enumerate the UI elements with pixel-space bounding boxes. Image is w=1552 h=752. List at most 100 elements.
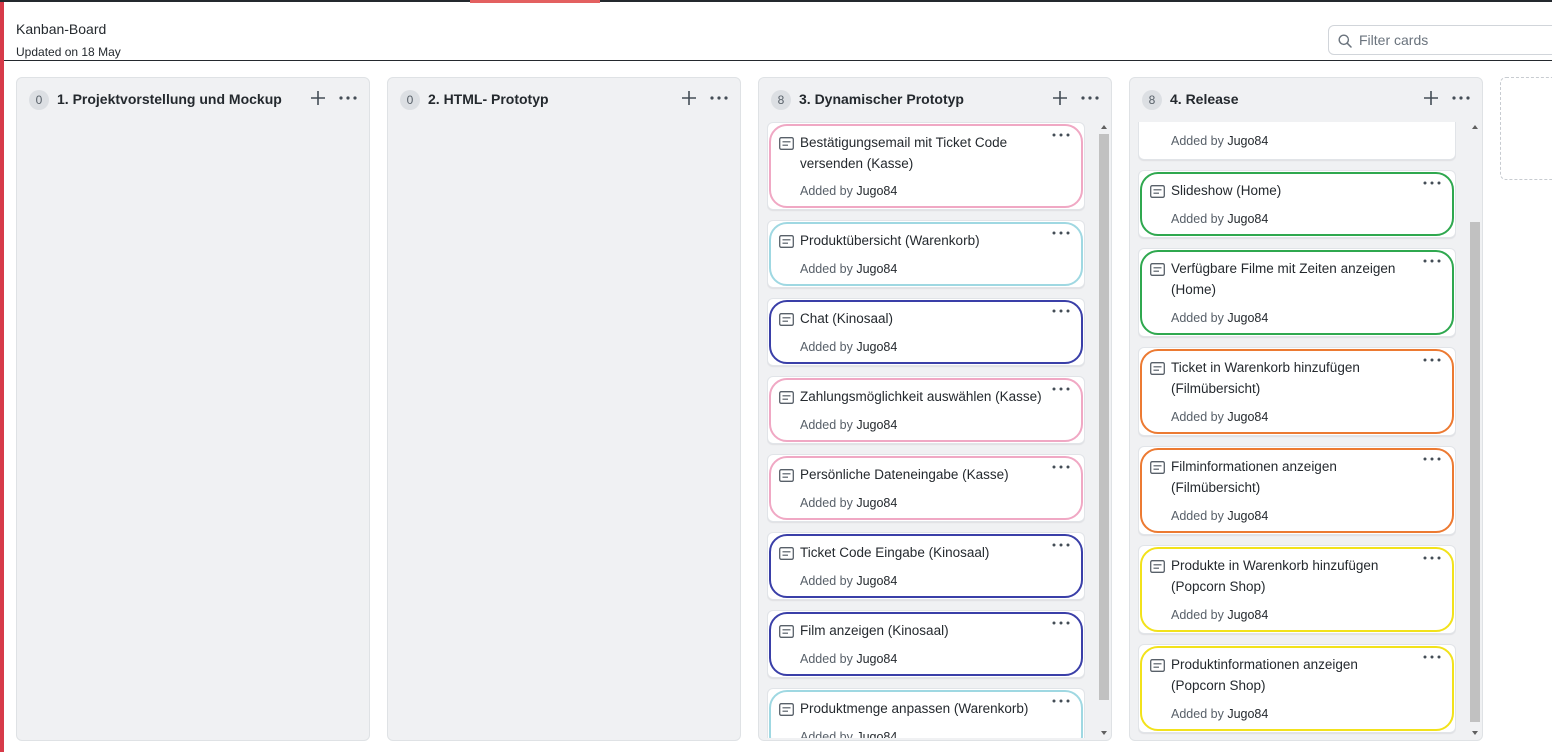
- card-menu-icon[interactable]: [1050, 539, 1072, 555]
- card-title[interactable]: Ticket Code Eingabe (Kinosaal): [800, 542, 1045, 563]
- add-card-icon[interactable]: [307, 87, 329, 109]
- card-menu-icon[interactable]: [1050, 695, 1072, 711]
- card[interactable]: Zahlungsmöglichkeit auswählen (Kasse) Add…: [767, 376, 1085, 444]
- card-author-link[interactable]: Jugo84: [1227, 410, 1268, 424]
- card-title[interactable]: Produktmenge anpassen (Warenkorb): [800, 698, 1045, 719]
- card-list[interactable]: Bestätigungsemail mit Ticket Code versen…: [767, 122, 1085, 738]
- filter-cards-field[interactable]: [1328, 25, 1552, 55]
- card-menu-icon[interactable]: [1050, 129, 1072, 145]
- card[interactable]: Filminformationen anzeigen (Filmübersich…: [1138, 446, 1456, 535]
- card-author-link[interactable]: Jugo84: [856, 262, 897, 276]
- card-author-link[interactable]: Jugo84: [1227, 707, 1268, 721]
- card[interactable]: Ticket Code Eingabe (Kinosaal) Added by J…: [767, 532, 1085, 600]
- card-title[interactable]: Slideshow (Home): [1171, 180, 1416, 201]
- scroll-up-icon[interactable]: [1099, 123, 1109, 131]
- card-title[interactable]: Chat (Kinosaal): [800, 308, 1045, 329]
- card-author-link[interactable]: Jugo84: [1227, 509, 1268, 523]
- card-count-badge: 8: [771, 90, 791, 110]
- column-menu-icon[interactable]: [1450, 87, 1472, 109]
- card-menu-icon[interactable]: [1050, 383, 1072, 399]
- card-author-link[interactable]: Jugo84: [1227, 134, 1268, 148]
- card-author-link[interactable]: Jugo84: [856, 418, 897, 432]
- card[interactable]: Produktübersicht (Warenkorb) Added by Jug…: [767, 220, 1085, 288]
- card-author-link[interactable]: Jugo84: [1227, 608, 1268, 622]
- column-projektvorstellung: 0 1. Projektvorstellung und Mockup: [16, 77, 370, 741]
- card-author-link[interactable]: Jugo84: [856, 496, 897, 510]
- column-scrollbar[interactable]: [1097, 122, 1111, 738]
- column-header: 0 1. Projektvorstellung und Mockup: [17, 78, 369, 122]
- card-author-link[interactable]: Jugo84: [1227, 212, 1268, 226]
- card-meta: Added by Jugo84: [800, 418, 897, 432]
- card-meta: Added by Jugo84: [1171, 311, 1268, 325]
- card-title[interactable]: Zahlungsmöglichkeit auswählen (Kasse): [800, 386, 1045, 407]
- note-icon: [779, 235, 794, 248]
- card[interactable]: Slideshow (Home) Added by Jugo84: [1138, 170, 1456, 238]
- card[interactable]: Film anzeigen (Kinosaal) Added by Jugo84: [767, 610, 1085, 678]
- add-card-icon[interactable]: [678, 87, 700, 109]
- card-author-link[interactable]: Jugo84: [856, 652, 897, 666]
- card-author-link[interactable]: Jugo84: [1227, 311, 1268, 325]
- scroll-up-icon[interactable]: [1470, 123, 1480, 131]
- card[interactable]: Produktmenge anpassen (Warenkorb) Added b…: [767, 688, 1085, 738]
- card-meta: Added by Jugo84: [800, 184, 897, 198]
- card-list[interactable]: Added by Jugo84 Slideshow (Home) Added by …: [1138, 122, 1456, 738]
- card-menu-icon[interactable]: [1050, 461, 1072, 477]
- card-author-link[interactable]: Jugo84: [856, 340, 897, 354]
- card-menu-icon[interactable]: [1421, 177, 1443, 193]
- filter-cards-input[interactable]: [1359, 26, 1552, 54]
- note-icon: [779, 703, 794, 716]
- card-menu-icon[interactable]: [1421, 651, 1443, 667]
- added-by-label: Added by: [1171, 134, 1224, 148]
- column-menu-icon[interactable]: [1079, 87, 1101, 109]
- card-title[interactable]: Produktübersicht (Warenkorb): [800, 230, 1045, 251]
- card[interactable]: Added by Jugo84: [1138, 122, 1456, 160]
- card-menu-icon[interactable]: [1421, 255, 1443, 271]
- top-border: [0, 0, 1552, 2]
- add-card-icon[interactable]: [1049, 87, 1071, 109]
- card-title[interactable]: Filminformationen anzeigen (Filmübersich…: [1171, 456, 1416, 498]
- card[interactable]: Bestätigungsemail mit Ticket Code versen…: [767, 122, 1085, 210]
- column-scrollbar[interactable]: [1468, 122, 1482, 738]
- card-menu-icon[interactable]: [1421, 552, 1443, 568]
- add-card-icon[interactable]: [1420, 87, 1442, 109]
- card-author-link[interactable]: Jugo84: [856, 184, 897, 198]
- scrollbar-thumb[interactable]: [1099, 134, 1109, 700]
- add-column-placeholder[interactable]: [1500, 77, 1552, 180]
- card-title[interactable]: Produkte in Warenkorb hinzufügen (Popcor…: [1171, 555, 1416, 597]
- card-menu-icon[interactable]: [1421, 354, 1443, 370]
- note-icon: [1150, 263, 1165, 276]
- card-menu-icon[interactable]: [1050, 227, 1072, 243]
- card-menu-icon[interactable]: [1050, 617, 1072, 633]
- card-menu-icon[interactable]: [1050, 305, 1072, 321]
- card-title[interactable]: Ticket in Warenkorb hinzufügen (Filmüber…: [1171, 357, 1416, 399]
- card-title[interactable]: Film anzeigen (Kinosaal): [800, 620, 1045, 641]
- card-title[interactable]: Produktinformationen anzeigen (Popcorn S…: [1171, 654, 1416, 696]
- card[interactable]: Produkte in Warenkorb hinzufügen (Popcor…: [1138, 545, 1456, 634]
- note-icon: [1150, 362, 1165, 375]
- card[interactable]: Chat (Kinosaal) Added by Jugo84: [767, 298, 1085, 366]
- card-menu-icon[interactable]: [1421, 453, 1443, 469]
- column-menu-icon[interactable]: [337, 87, 359, 109]
- column-menu-icon[interactable]: [708, 87, 730, 109]
- card-meta: Added by Jugo84: [800, 730, 897, 738]
- card-author-link[interactable]: Jugo84: [856, 730, 897, 738]
- card-count-badge: 0: [400, 90, 420, 110]
- card-title[interactable]: Verfügbare Filme mit Zeiten anzeigen (Ho…: [1171, 258, 1416, 300]
- card[interactable]: Ticket in Warenkorb hinzufügen (Filmüber…: [1138, 347, 1456, 436]
- card[interactable]: Persönliche Dateneingabe (Kasse) Added by…: [767, 454, 1085, 522]
- note-icon: [779, 469, 794, 482]
- card-author-link[interactable]: Jugo84: [856, 574, 897, 588]
- updated-date: Updated on 18 May: [16, 45, 121, 59]
- added-by-label: Added by: [800, 574, 853, 588]
- scrollbar-thumb[interactable]: [1470, 222, 1480, 722]
- card-count-badge: 0: [29, 90, 49, 110]
- column-header: 8 3. Dynamischer Prototyp: [759, 78, 1111, 122]
- column-header: 8 4. Release: [1130, 78, 1482, 122]
- card-title[interactable]: Bestätigungsemail mit Ticket Code versen…: [800, 132, 1045, 174]
- scroll-down-icon[interactable]: [1099, 729, 1109, 737]
- card[interactable]: Produktinformationen anzeigen (Popcorn S…: [1138, 644, 1456, 733]
- scroll-down-icon[interactable]: [1470, 729, 1480, 737]
- card-title[interactable]: Persönliche Dateneingabe (Kasse): [800, 464, 1045, 485]
- card-meta: Added by Jugo84: [800, 496, 897, 510]
- card[interactable]: Verfügbare Filme mit Zeiten anzeigen (Ho…: [1138, 248, 1456, 337]
